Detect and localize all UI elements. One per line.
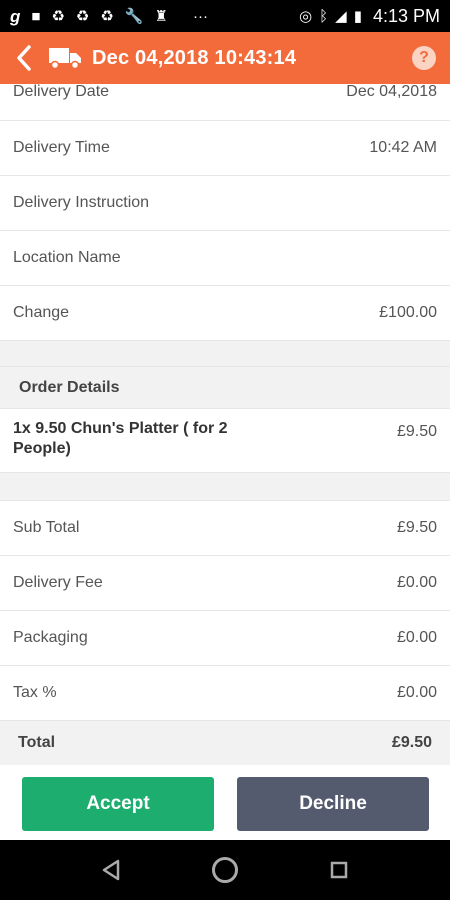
help-button[interactable]: ? <box>412 46 436 70</box>
total-value: £9.50 <box>391 734 432 751</box>
summary-row-tax: Tax % £0.00 <box>0 666 450 721</box>
summary-row-delivery-fee: Delivery Fee £0.00 <box>0 556 450 611</box>
summary-label: Delivery Fee <box>13 574 103 591</box>
order-details-heading: Order Details <box>0 367 450 409</box>
detail-value: Dec 04,2018 <box>346 84 437 100</box>
status-time: 4:13 PM <box>372 5 440 26</box>
detail-row-delivery-time: Delivery Time 10:42 AM <box>0 121 450 176</box>
app-bar: Dec 04,2018 10:43:14 ? <box>0 32 450 84</box>
summary-label: Packaging <box>13 629 88 646</box>
battery-icon: ▮ <box>353 7 362 25</box>
detail-row-location-name: Location Name <box>0 231 450 286</box>
back-button[interactable] <box>10 38 38 78</box>
recycle-icon: ♻ <box>100 7 114 25</box>
accept-button[interactable]: Accept <box>22 777 214 831</box>
truck-icon <box>49 48 81 70</box>
nav-back-button[interactable] <box>91 850 131 890</box>
page-title: Dec 04,2018 10:43:14 <box>92 46 297 69</box>
detail-value: £100.00 <box>379 304 437 321</box>
summary-value: £9.50 <box>396 519 437 536</box>
recycle-icon: ♻ <box>75 7 90 25</box>
detail-label: Delivery Instruction <box>13 194 150 211</box>
detail-label: Delivery Date <box>13 84 110 100</box>
section-divider <box>0 341 450 367</box>
total-label: Total <box>18 734 56 751</box>
order-item: 1x 9.50 Chun's Platter ( for 2 People) £… <box>0 409 450 473</box>
detail-label: Delivery Time <box>13 139 110 156</box>
decline-button[interactable]: Decline <box>237 777 429 831</box>
summary-label: Sub Total <box>13 519 80 536</box>
nav-recents-button[interactable] <box>319 850 359 890</box>
summary-row-packaging: Packaging £0.00 <box>0 611 450 666</box>
summary-row-sub-total: Sub Total £9.50 <box>0 501 450 556</box>
detail-row-delivery-instruction: Delivery Instruction <box>0 176 450 231</box>
recycle-icon: ♻ <box>51 7 65 25</box>
signal-icon: ◢ <box>335 7 347 25</box>
g-icon: g <box>10 6 21 26</box>
section-divider <box>0 473 450 501</box>
total-row: Total £9.50 <box>0 721 450 765</box>
summary-value: £0.00 <box>396 629 437 646</box>
triangle-back-icon <box>102 859 120 881</box>
detail-label: Location Name <box>13 249 121 266</box>
summary-value: £0.00 <box>396 574 437 591</box>
detail-row-delivery-date: Delivery Date Dec 04,2018 <box>0 84 450 121</box>
wrench-icon: 🔧 <box>124 7 144 25</box>
detail-value: 10:42 AM <box>369 139 437 156</box>
chevron-left-icon <box>17 45 31 71</box>
system-nav-bar <box>0 840 450 900</box>
square-recents-icon <box>330 861 348 879</box>
hotspot-icon: ◎ <box>299 7 313 25</box>
person-icon: ♜ <box>154 7 168 25</box>
order-item-price: £9.50 <box>396 423 437 440</box>
status-bar: g ■ ♻ ♻ ♻ 🔧 ♜ ··· ◎ ᛒ ◢ ▮ 4:13 PM <box>0 0 450 32</box>
order-item-name: 1x 9.50 Chun's Platter ( for 2 People) <box>13 420 228 457</box>
nav-home-button[interactable] <box>205 850 245 890</box>
summary-label: Tax % <box>13 684 57 701</box>
bluetooth-icon: ᛒ <box>319 7 329 25</box>
detail-label: Change <box>13 304 70 321</box>
circle-home-icon <box>212 857 238 883</box>
square-icon: ■ <box>31 7 41 25</box>
more-icon: ··· <box>192 7 208 25</box>
summary-value: £0.00 <box>396 684 437 701</box>
detail-row-change: Change £100.00 <box>0 286 450 341</box>
order-content: Delivery Date Dec 04,2018 Delivery Time … <box>0 84 450 840</box>
action-bar: Accept Decline <box>0 768 450 840</box>
